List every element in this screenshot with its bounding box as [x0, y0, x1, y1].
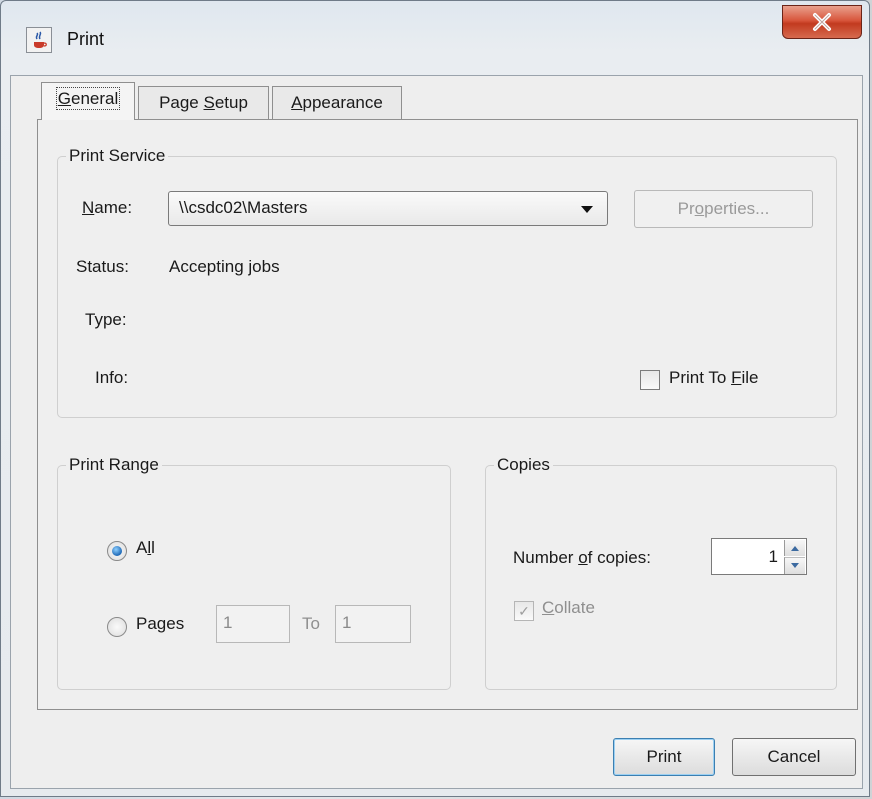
name-label: Name: [82, 198, 133, 217]
copies-group: Copies [485, 455, 837, 690]
cancel-button-label: Cancel [767, 747, 821, 766]
tab-page-setup-label: Page Setup [159, 93, 248, 112]
java-app-icon [26, 27, 52, 53]
pages-to-value: 1 [342, 613, 352, 632]
properties-button-label: Properties... [677, 199, 770, 218]
status-label: Status: [76, 257, 129, 276]
close-button[interactable] [782, 5, 862, 39]
printer-name-value: \\csdc02\Masters [179, 198, 308, 217]
print-range-group: Print Range [57, 455, 451, 690]
pages-radio[interactable] [107, 617, 127, 637]
tab-appearance[interactable]: Appearance [272, 86, 402, 120]
spinner-up-button[interactable] [784, 540, 805, 556]
window-title: Print [67, 29, 105, 49]
printer-name-combobox[interactable]: \\csdc02\Masters [168, 191, 608, 226]
title-bar[interactable]: Print [1, 1, 869, 75]
pages-to-field[interactable]: 1 [335, 605, 411, 643]
number-of-copies-label: Number of copies: [513, 548, 651, 567]
chevron-down-icon [581, 206, 593, 213]
tab-general-label: General [55, 87, 121, 110]
all-radio-label[interactable]: All [136, 538, 155, 558]
radio-selected-dot [112, 546, 122, 556]
spinner-down-button[interactable] [784, 557, 805, 574]
print-dialog-window: Print General Page Setup Appearance Prin… [0, 0, 870, 797]
checkmark-icon: ✓ [518, 603, 530, 619]
print-range-group-title: Print Range [66, 455, 162, 475]
pages-from-value: 1 [223, 613, 233, 632]
print-to-file-checkbox[interactable] [640, 370, 660, 390]
tab-page-setup[interactable]: Page Setup [138, 86, 269, 120]
collate-checkbox[interactable]: ✓ [514, 601, 534, 621]
collate-label[interactable]: Collate [542, 598, 595, 618]
tab-appearance-label: Appearance [291, 93, 383, 112]
tab-general[interactable]: General [41, 82, 135, 120]
arrow-up-icon [791, 546, 799, 551]
copies-value: 1 [768, 547, 778, 566]
status-value: Accepting jobs [169, 257, 280, 276]
all-radio[interactable] [107, 541, 127, 561]
copies-group-title: Copies [494, 455, 553, 475]
pages-radio-label[interactable]: Pages [136, 614, 184, 634]
to-label: To [302, 614, 320, 633]
type-label: Type: [85, 310, 127, 329]
arrow-down-icon [791, 563, 799, 568]
print-to-file-label[interactable]: Print To File [669, 368, 758, 388]
info-label: Info: [95, 368, 129, 387]
print-button[interactable]: Print [613, 738, 715, 776]
copies-spinner[interactable]: 1 [711, 538, 807, 575]
pages-from-field[interactable]: 1 [216, 605, 290, 643]
close-icon [813, 13, 831, 31]
print-service-group-title: Print Service [66, 146, 169, 166]
cancel-button[interactable]: Cancel [732, 738, 856, 776]
print-button-label: Print [646, 747, 682, 766]
properties-button[interactable]: Properties... [634, 190, 813, 228]
